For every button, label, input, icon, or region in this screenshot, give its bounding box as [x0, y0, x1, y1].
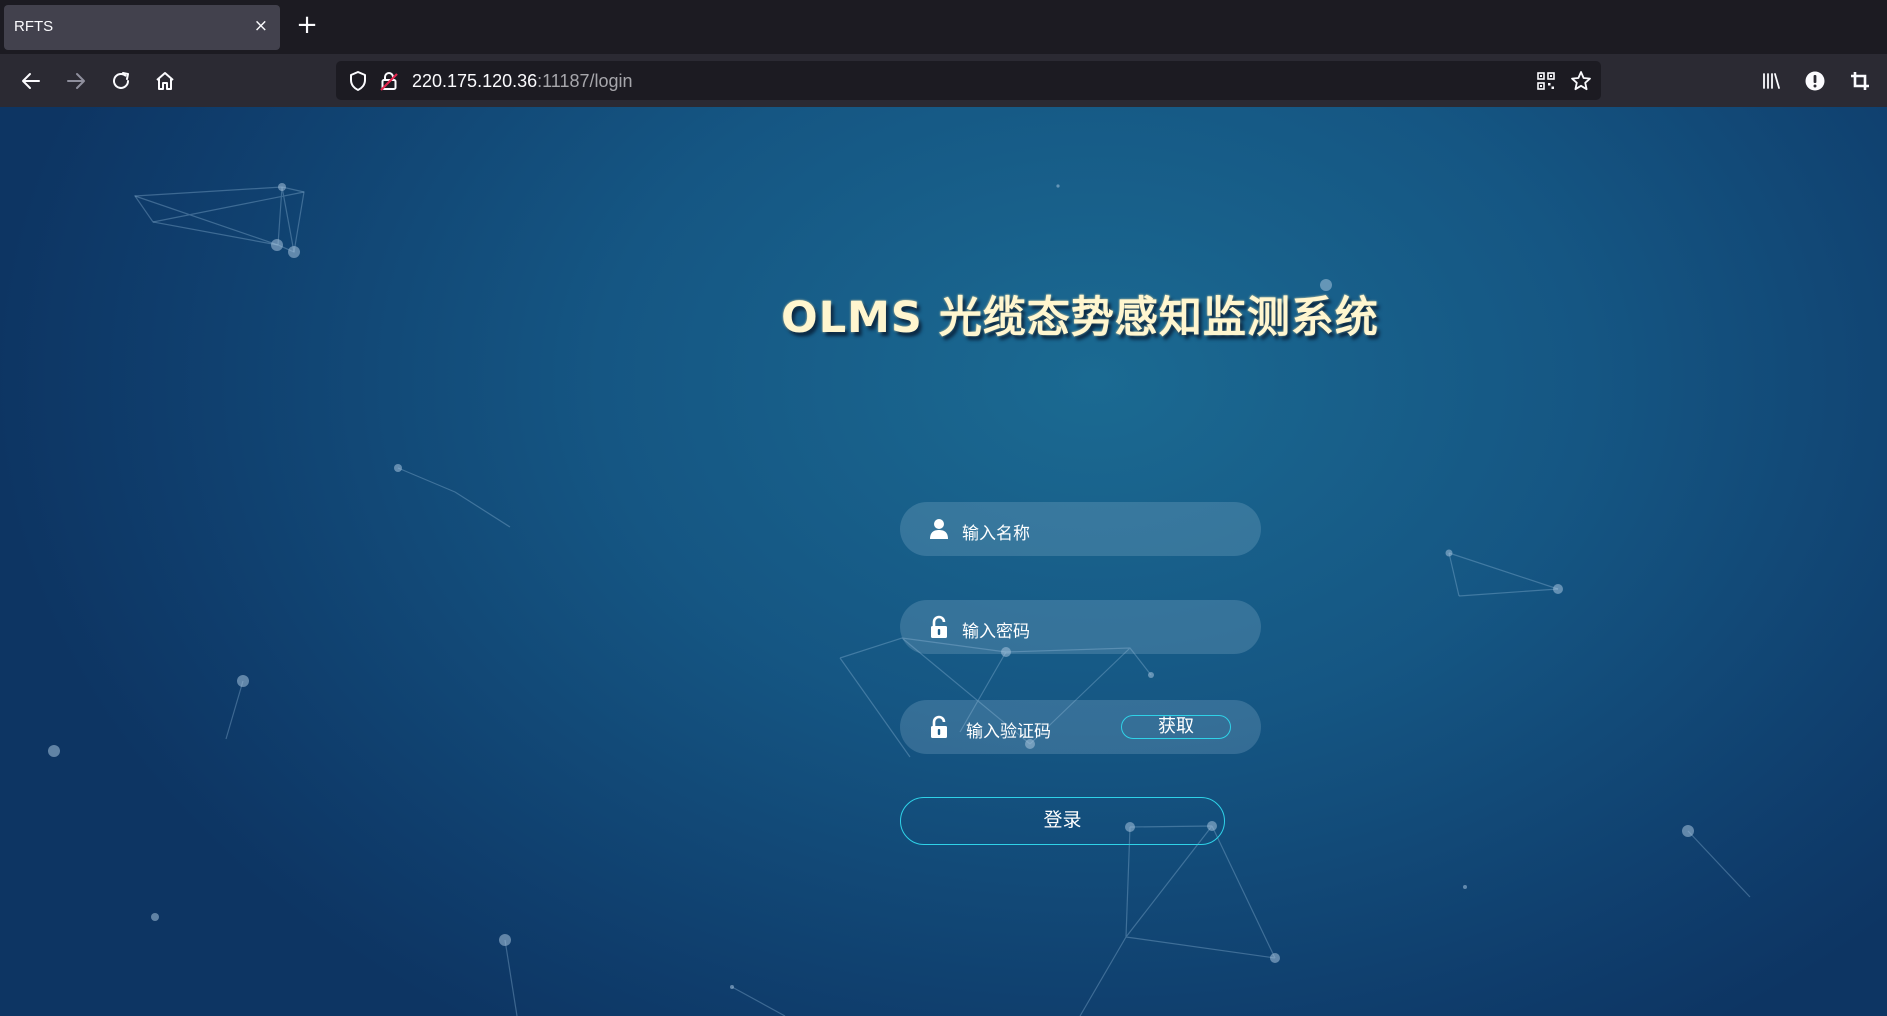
home-icon — [156, 72, 174, 90]
qr-code-icon[interactable] — [1536, 71, 1556, 91]
crop-icon — [1851, 72, 1869, 90]
info-icon — [1805, 71, 1825, 91]
reload-button[interactable] — [107, 67, 135, 95]
bookmark-star-icon[interactable] — [1570, 70, 1592, 92]
arrow-right-icon — [67, 73, 85, 89]
reload-icon — [113, 72, 129, 89]
verification-code-field[interactable]: 输入验证码 获取 — [900, 700, 1261, 754]
info-button[interactable] — [1801, 67, 1829, 95]
particle-network-background — [48, 183, 1751, 1016]
library-icon — [1763, 73, 1780, 89]
screenshot-button[interactable] — [1846, 67, 1874, 95]
insecure-lock-icon[interactable] — [379, 70, 399, 92]
tab-title: RFTS — [14, 18, 54, 35]
login-button[interactable]: 登录 — [900, 797, 1225, 845]
url-host: 220.175.120.36 — [412, 71, 538, 91]
user-icon — [930, 519, 948, 539]
url-text[interactable]: 220.175.120.36:11187/login — [412, 71, 633, 92]
password-field[interactable]: 输入密码 — [900, 600, 1261, 654]
new-tab-button[interactable]: + — [293, 12, 321, 40]
login-page: OLMS 光缆态势感知监测系统 输入名称 输入密码 输入验证码 获取 登录 — [0, 107, 1887, 1016]
url-bar[interactable]: 220.175.120.36:11187/login — [336, 61, 1601, 100]
username-placeholder: 输入名称 — [962, 524, 1030, 544]
url-path: :11187/login — [537, 71, 633, 91]
lock-icon — [931, 715, 947, 738]
username-field[interactable]: 输入名称 — [900, 502, 1261, 556]
password-placeholder: 输入密码 — [962, 622, 1030, 642]
library-button[interactable] — [1757, 67, 1785, 95]
verification-code-placeholder: 输入验证码 — [966, 722, 1051, 742]
back-button[interactable] — [17, 67, 45, 95]
get-code-button[interactable]: 获取 — [1121, 715, 1231, 739]
forward-button[interactable] — [62, 67, 90, 95]
lock-icon — [931, 615, 947, 638]
home-button[interactable] — [151, 67, 179, 95]
page-title: OLMS 光缆态势感知监测系统 — [781, 293, 1379, 343]
tab-bar: RFTS × + — [0, 0, 1887, 54]
arrow-left-icon — [22, 73, 40, 89]
shield-icon[interactable] — [348, 70, 368, 92]
close-tab-icon[interactable]: × — [254, 16, 268, 36]
navigation-bar: 220.175.120.36:11187/login — [0, 54, 1887, 107]
browser-tab[interactable]: RFTS × — [4, 5, 280, 50]
